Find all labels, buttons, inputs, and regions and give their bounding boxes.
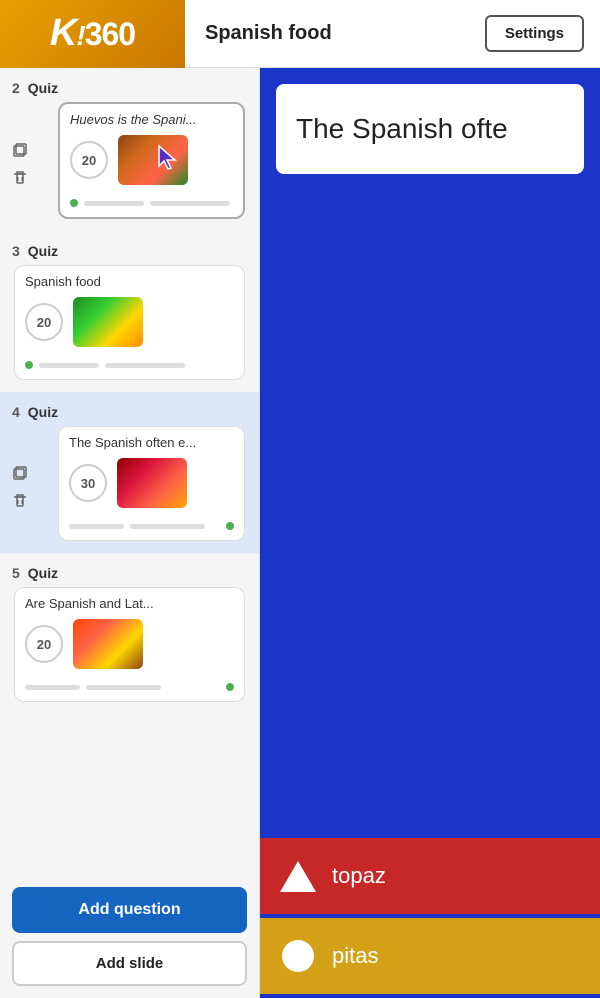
- card-body-2: 20: [70, 135, 233, 185]
- quiz-card-2[interactable]: Huevos is the Spani... 20: [58, 102, 245, 219]
- quiz-section-2: 2 Quiz Huevos is the Spani... 20: [0, 68, 259, 231]
- section-type-2: Quiz: [28, 80, 58, 96]
- line-1-2: [84, 201, 144, 206]
- header: K!360 Spanish food Settings: [0, 0, 600, 68]
- line-1-5: [25, 685, 80, 690]
- answers-area: topaz pitas: [260, 174, 600, 998]
- add-question-button[interactable]: Add question: [12, 887, 247, 933]
- triangle-shape-icon: [280, 858, 316, 894]
- section-type-4: Quiz: [28, 404, 58, 420]
- points-badge-5: 20: [25, 625, 63, 663]
- card-lines-5: [25, 679, 234, 691]
- line-2-5: [86, 685, 161, 690]
- card-body-3: 20: [25, 297, 234, 347]
- section-header-3: 3 Quiz: [4, 239, 255, 263]
- section-header-4: 4 Quiz: [4, 400, 255, 424]
- bottom-buttons: Add question Add slide: [0, 877, 259, 998]
- card-image-4: [117, 458, 187, 508]
- answer-option-2[interactable]: pitas: [260, 918, 600, 994]
- card-lines-2: [70, 195, 233, 207]
- answer-text-2: pitas: [332, 943, 378, 969]
- points-badge-4: 30: [69, 464, 107, 502]
- status-dot-5: [226, 683, 234, 691]
- line-2-2: [150, 201, 230, 206]
- section-type-5: Quiz: [28, 565, 58, 581]
- line-2-4: [130, 524, 205, 529]
- add-slide-button[interactable]: Add slide: [12, 941, 247, 986]
- answer-text-1: topaz: [332, 863, 386, 889]
- card-lines-3: [25, 357, 234, 369]
- card-title-3: Spanish food: [25, 274, 234, 289]
- line-1-3: [39, 363, 99, 368]
- answer-option-1[interactable]: topaz: [260, 838, 600, 914]
- section-number-4: 4: [12, 404, 20, 420]
- question-text: The Spanish ofte: [296, 113, 508, 145]
- card-title-4: The Spanish often e...: [69, 435, 234, 450]
- settings-button[interactable]: Settings: [485, 15, 584, 52]
- section-header-2: 2 Quiz: [4, 76, 255, 100]
- question-box: The Spanish ofte: [276, 84, 584, 174]
- points-badge-2: 20: [70, 141, 108, 179]
- status-dot-3: [25, 361, 33, 369]
- card-image-5: [73, 619, 143, 669]
- quiz-section-5: 5 Quiz Are Spanish and Lat... 20: [0, 553, 259, 714]
- section-type-3: Quiz: [28, 243, 58, 259]
- line-2-3: [105, 363, 185, 368]
- card-title-2: Huevos is the Spani...: [70, 112, 233, 127]
- section-header-5: 5 Quiz: [4, 561, 255, 585]
- header-title: Spanish food: [185, 22, 485, 45]
- quiz-card-3[interactable]: Spanish food 20: [14, 265, 245, 380]
- card-lines-4: [69, 518, 234, 530]
- section-number-5: 5: [12, 565, 20, 581]
- status-dot-4: [226, 522, 234, 530]
- status-dot-2: [70, 199, 78, 207]
- copy-icon-2[interactable]: [10, 140, 30, 160]
- delete-icon-4[interactable]: [10, 491, 30, 511]
- card-image-2: [118, 135, 188, 185]
- line-1-4: [69, 524, 124, 529]
- delete-icon-2[interactable]: [10, 168, 30, 188]
- main-layout: 2 Quiz Huevos is the Spani... 20: [0, 68, 600, 998]
- left-panel: 2 Quiz Huevos is the Spani... 20: [0, 68, 260, 998]
- card-image-3: [73, 297, 143, 347]
- logo-area: K!360: [0, 0, 185, 68]
- quiz-section-4: 4 Quiz The Spanish often e... 30: [0, 392, 259, 553]
- card-body-5: 20: [25, 619, 234, 669]
- quiz-card-5[interactable]: Are Spanish and Lat... 20: [14, 587, 245, 702]
- card-body-4: 30: [69, 458, 234, 508]
- logo: K!360: [50, 12, 135, 55]
- quiz-card-4[interactable]: The Spanish often e... 30: [58, 426, 245, 541]
- card-title-5: Are Spanish and Lat...: [25, 596, 234, 611]
- quiz-section-3: 3 Quiz Spanish food 20: [0, 231, 259, 392]
- circle-shape-icon: [280, 938, 316, 974]
- copy-icon-4[interactable]: [10, 463, 30, 483]
- points-badge-3: 20: [25, 303, 63, 341]
- section-number-2: 2: [12, 80, 20, 96]
- right-panel: The Spanish ofte topaz pitas: [260, 68, 600, 998]
- section-number-3: 3: [12, 243, 20, 259]
